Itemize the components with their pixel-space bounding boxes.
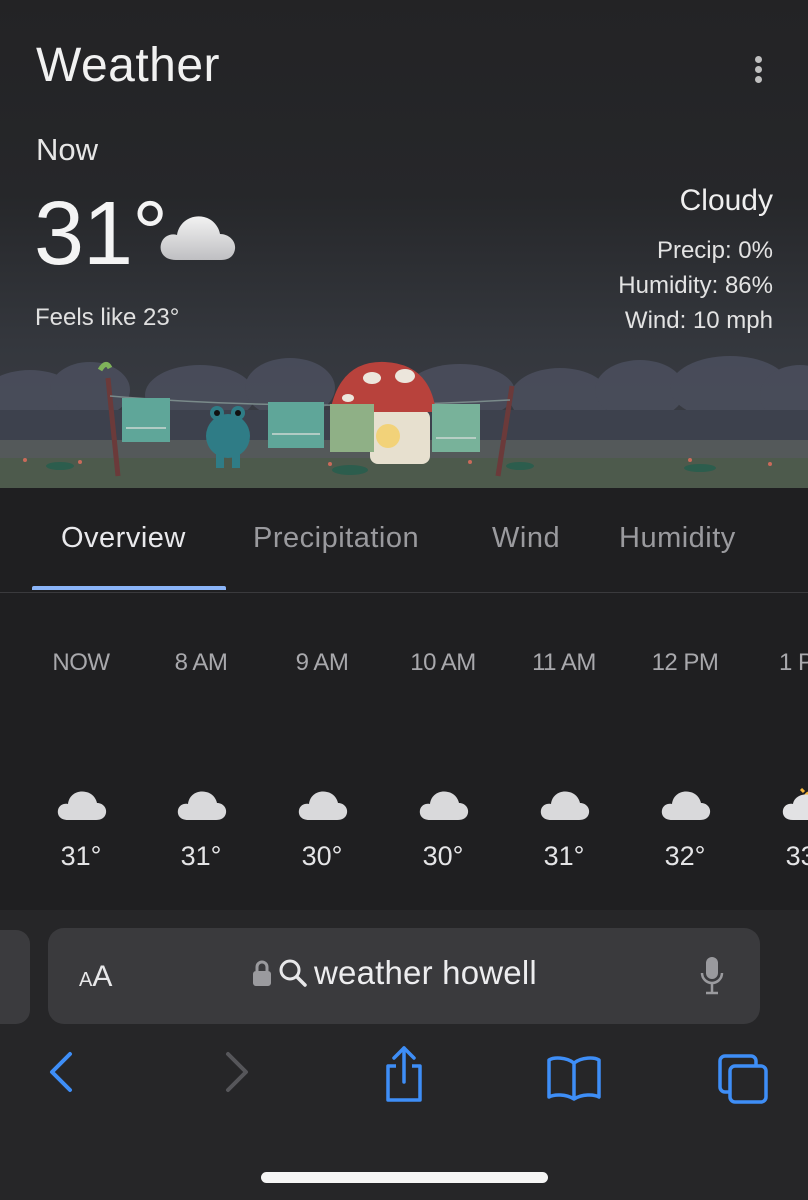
lock-icon bbox=[253, 960, 271, 986]
cloud-icon bbox=[57, 791, 107, 820]
home-indicator[interactable] bbox=[261, 1172, 548, 1183]
precip-stat: Precip: 0% bbox=[656, 237, 773, 264]
forward-arrow-icon[interactable] bbox=[222, 1050, 252, 1094]
cloud-icon bbox=[419, 791, 469, 820]
hour-label: 8 AM bbox=[174, 649, 228, 676]
back-arrow-icon[interactable] bbox=[46, 1050, 76, 1094]
address-bar[interactable]: AA weather howell bbox=[48, 928, 760, 1024]
active-tab-indicator bbox=[32, 586, 226, 590]
hour-label: NOW bbox=[52, 649, 110, 676]
hour-temp: 31° bbox=[180, 841, 222, 871]
wind-stat: Wind: 10 mph bbox=[624, 307, 773, 334]
cloud-icon bbox=[661, 791, 711, 820]
weather-stats: Precip: 0% Humidity: 86% Wind: 10 mph bbox=[618, 233, 773, 338]
weather-header: Weather Now 31° Feels like 23° Cloudy Pr… bbox=[0, 0, 808, 488]
hour-temp: 31° bbox=[60, 841, 102, 871]
cloud-icon bbox=[177, 791, 227, 820]
hour-label: 9 AM bbox=[295, 649, 349, 676]
previous-tab-peek[interactable] bbox=[0, 930, 30, 1024]
more-options-icon[interactable] bbox=[746, 56, 770, 88]
cloud-icon bbox=[160, 216, 236, 260]
hour-temp: 31° bbox=[543, 841, 585, 871]
hourly-forecast: NOW 31° 8 AM 31° 9 AM 30° 10 AM 30° 11 A… bbox=[0, 593, 808, 910]
cloud-icon bbox=[540, 791, 590, 820]
condition-label: Cloudy bbox=[679, 184, 773, 217]
share-icon[interactable] bbox=[382, 1044, 426, 1104]
url-display[interactable]: weather howell bbox=[252, 954, 537, 992]
hour-temp: 30° bbox=[301, 841, 343, 871]
weather-tabs: Overview Precipitation Wind Humidity bbox=[0, 488, 808, 593]
cloud-icon bbox=[298, 791, 348, 820]
hour-label: 1 PM bbox=[778, 649, 808, 676]
tab-wind[interactable]: Wind bbox=[492, 522, 560, 555]
humidity-stat: Humidity: 86% bbox=[618, 272, 773, 299]
hour-label: 12 PM bbox=[651, 649, 719, 676]
tab-overview[interactable]: Overview bbox=[61, 522, 186, 555]
hour-temp: 32° bbox=[664, 841, 706, 871]
now-label: Now bbox=[36, 132, 99, 167]
microphone-icon[interactable] bbox=[700, 956, 724, 996]
url-text: weather howell bbox=[314, 954, 537, 991]
tabs-icon[interactable] bbox=[716, 1052, 770, 1104]
tab-humidity[interactable]: Humidity bbox=[619, 522, 736, 555]
hour-label: 10 AM bbox=[410, 649, 476, 676]
app-title: Weather bbox=[36, 39, 221, 92]
hour-temp: 33° bbox=[785, 841, 808, 871]
partly-sunny-icon bbox=[782, 787, 808, 820]
bookmarks-icon[interactable] bbox=[546, 1055, 602, 1101]
tab-precipitation[interactable]: Precipitation bbox=[253, 522, 419, 555]
hour-label: 11 AM bbox=[532, 649, 596, 676]
reader-text-size-button[interactable]: AA bbox=[79, 960, 112, 994]
search-icon bbox=[279, 959, 307, 987]
current-temperature: 31° bbox=[34, 184, 168, 284]
feels-like: Feels like 23° bbox=[35, 304, 180, 331]
weather-illustration bbox=[0, 356, 808, 488]
browser-toolbar: AA weather howell bbox=[0, 910, 808, 1200]
hour-temp: 30° bbox=[422, 841, 464, 871]
